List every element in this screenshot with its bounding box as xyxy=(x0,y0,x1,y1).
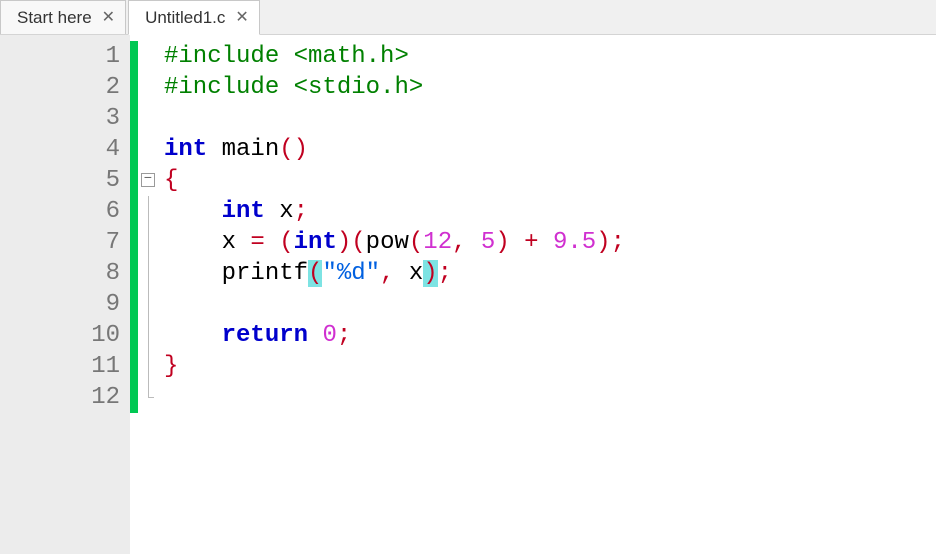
line-number: 4 xyxy=(0,134,130,165)
change-mark xyxy=(130,196,138,227)
tab-label: Untitled1.c xyxy=(145,8,225,28)
code-line[interactable] xyxy=(164,103,936,134)
fold-guide xyxy=(138,289,158,320)
change-mark xyxy=(130,320,138,351)
line-number: 8 xyxy=(0,258,130,289)
change-mark xyxy=(130,351,138,382)
change-mark xyxy=(130,41,138,72)
tab-untitled1[interactable]: Untitled1.c ✕ xyxy=(128,0,260,35)
fold-empty xyxy=(138,103,158,134)
code-line[interactable]: } xyxy=(164,351,936,382)
code-line[interactable] xyxy=(164,289,936,320)
change-mark xyxy=(130,134,138,165)
fold-empty xyxy=(138,72,158,103)
change-mark xyxy=(130,258,138,289)
code-editor[interactable]: #include <math.h>#include <stdio.h> int m… xyxy=(158,35,936,554)
change-mark xyxy=(130,103,138,134)
fold-guide xyxy=(138,351,158,382)
fold-guide xyxy=(138,196,158,227)
line-number-gutter: 123456789101112 xyxy=(0,35,130,554)
tab-start-here[interactable]: Start here ✕ xyxy=(0,0,126,34)
line-number: 2 xyxy=(0,72,130,103)
line-number: 9 xyxy=(0,289,130,320)
code-line[interactable]: int x; xyxy=(164,196,936,227)
line-number: 1 xyxy=(0,41,130,72)
code-line[interactable]: x = (int)(pow(12, 5) + 9.5); xyxy=(164,227,936,258)
fold-guide xyxy=(138,258,158,289)
fold-empty xyxy=(138,134,158,165)
close-icon[interactable]: ✕ xyxy=(102,10,115,26)
fold-empty xyxy=(138,41,158,72)
code-line[interactable]: #include <stdio.h> xyxy=(164,72,936,103)
code-line[interactable]: return 0; xyxy=(164,320,936,351)
fold-guide xyxy=(138,320,158,351)
editor-area: 123456789101112 − #include <math.h>#incl… xyxy=(0,35,936,554)
change-mark xyxy=(130,165,138,196)
line-number: 6 xyxy=(0,196,130,227)
line-number: 5 xyxy=(0,165,130,196)
code-line[interactable]: int main() xyxy=(164,134,936,165)
change-indicator-bar xyxy=(130,35,138,554)
close-icon[interactable]: ✕ xyxy=(235,10,248,26)
tab-bar: Start here ✕ Untitled1.c ✕ xyxy=(0,0,936,35)
fold-toggle-icon[interactable]: − xyxy=(138,165,158,196)
line-number: 12 xyxy=(0,382,130,413)
change-mark xyxy=(130,289,138,320)
fold-guide xyxy=(138,227,158,258)
fold-gutter: − xyxy=(138,35,158,554)
change-mark xyxy=(130,382,138,413)
code-line[interactable]: { xyxy=(164,165,936,196)
line-number: 3 xyxy=(0,103,130,134)
line-number: 7 xyxy=(0,227,130,258)
change-mark xyxy=(130,227,138,258)
line-number: 10 xyxy=(0,320,130,351)
code-line[interactable]: #include <math.h> xyxy=(164,41,936,72)
fold-guide-end xyxy=(138,382,158,413)
change-mark xyxy=(130,72,138,103)
tab-label: Start here xyxy=(17,8,92,28)
line-number: 11 xyxy=(0,351,130,382)
code-line[interactable] xyxy=(164,382,936,413)
code-line[interactable]: printf("%d", x); xyxy=(164,258,936,289)
